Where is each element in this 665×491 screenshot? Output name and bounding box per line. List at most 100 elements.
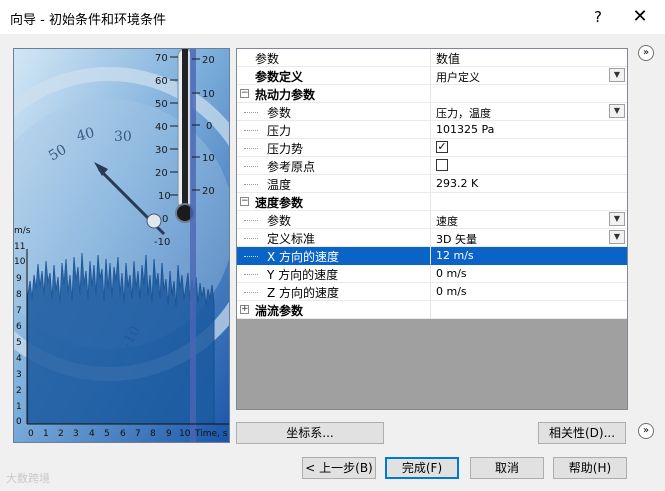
grid-row-velocity-param[interactable]: 参数 速度 ▼ (237, 211, 627, 229)
grid-header: 参数 数值 (237, 49, 627, 67)
x-axis-tick: 9 (166, 429, 172, 439)
x-axis-tick: 7 (135, 429, 141, 439)
watermark: 大数跨境 (6, 472, 50, 485)
thermo-left-tick: 50 (155, 99, 168, 110)
row-value: 3D 矢量 (436, 233, 477, 246)
y-axis-tick: 1 (16, 402, 22, 412)
x-axis-tick: 5 (104, 429, 110, 439)
close-button[interactable]: ✕ (626, 6, 654, 28)
finish-button[interactable]: 完成(F) (385, 457, 459, 479)
thermo-right-tick: 20 (202, 186, 215, 197)
reference-origin-checkbox[interactable] (436, 159, 448, 171)
expand-icon[interactable]: + (240, 305, 249, 314)
grid-row-reference-origin[interactable]: 参考原点 (237, 157, 627, 175)
cancel-button[interactable]: 取消 (470, 457, 544, 479)
x-axis-tick: 0 (28, 429, 34, 439)
side-strip (631, 66, 649, 406)
x-axis-tick: 8 (150, 429, 156, 439)
thermo-right-tick: 10 (202, 153, 215, 164)
thermo-left-tick: 20 (155, 168, 168, 179)
property-grid[interactable]: 参数 数值 参数定义 用户定义 ▼ − 热动力参数 参数 压力，温度 ▼ 压力 101… (236, 48, 628, 410)
thermo-left-tick: 60 (155, 76, 168, 87)
title-bar: 向导 - 初始条件和环境条件 ? ✕ (0, 0, 665, 34)
group-label: 速度参数 (255, 196, 304, 210)
grid-row-definition-standard[interactable]: 定义标准 3D 矢量 ▼ (237, 229, 627, 247)
grid-row-param-definition[interactable]: 参数定义 用户定义 ▼ (237, 67, 627, 85)
illustration-svg: 50 40 30 -10 70 60 50 40 30 20 10 0 -10 (14, 49, 229, 442)
thermo-right-tick: 20 (202, 55, 215, 66)
header-param: 参数 (255, 52, 280, 66)
grid-group-thermodynamic[interactable]: − 热动力参数 (237, 85, 627, 103)
row-value: 压力，温度 (436, 107, 491, 120)
row-value: 速度 (436, 215, 458, 228)
row-label: 定义标准 (267, 232, 316, 246)
y-axis-tick: 9 (16, 274, 22, 284)
chevron-down-icon[interactable]: ▼ (609, 212, 625, 226)
window-title: 向导 - 初始条件和环境条件 (10, 13, 166, 28)
x-axis-tick: 10 (179, 429, 191, 439)
grid-row-pressure[interactable]: 压力 101325 Pa (237, 121, 627, 139)
thermo-left-tick: 10 (158, 191, 171, 202)
group-label: 湍流参数 (255, 304, 304, 318)
row-label: 参数定义 (255, 70, 304, 84)
row-value[interactable]: 12 m/s (436, 249, 474, 262)
group-label: 热动力参数 (255, 88, 316, 102)
chevron-down-icon[interactable]: ▼ (609, 68, 625, 82)
grid-row-pressure-potential[interactable]: 压力势 ✓ (237, 139, 627, 157)
grid-row-velocity-y[interactable]: Y 方向的速度 0 m/s (237, 265, 627, 283)
help-button[interactable]: 帮助(H) (553, 457, 627, 479)
row-value: 用户定义 (436, 71, 480, 84)
row-label: 压力 (267, 124, 292, 138)
header-value: 数值 (436, 52, 461, 66)
grid-group-velocity[interactable]: − 速度参数 (237, 193, 627, 211)
x-axis-unit: Time, s (194, 429, 228, 439)
y-axis-unit: m/s (14, 226, 31, 236)
grid-row-velocity-x[interactable]: X 方向的速度 12 m/s (237, 247, 627, 265)
y-axis-tick: 7 (16, 306, 22, 316)
grid-group-turbulence[interactable]: + 湍流参数 (237, 301, 627, 319)
coordinate-system-button[interactable]: 坐标系... (236, 422, 384, 444)
thermo-left-tick: 70 (155, 53, 168, 64)
y-axis-tick: 4 (16, 354, 22, 364)
row-value: 293.2 K (436, 177, 479, 190)
thermo-left-tick: 0 (162, 214, 168, 225)
x-axis-tick: 4 (89, 429, 95, 439)
grid-row-thermo-param[interactable]: 参数 压力，温度 ▼ (237, 103, 627, 121)
x-axis-tick: 2 (58, 429, 64, 439)
dependency-button[interactable]: 相关性(D)... (538, 422, 626, 444)
help-title-button[interactable]: ? (584, 6, 612, 28)
chevron-down-icon[interactable]: ▼ (609, 230, 625, 244)
thermo-right-tick: 10 (202, 89, 215, 100)
row-value: 0 m/s (436, 267, 467, 280)
x-axis-tick: 6 (120, 429, 126, 439)
y-axis-tick: 10 (14, 257, 26, 267)
row-label: Z 方向的速度 (267, 286, 340, 300)
expand-panel-icon[interactable]: » (638, 45, 654, 61)
row-label: X 方向的速度 (267, 250, 340, 264)
expand-panel-icon[interactable]: » (638, 423, 654, 439)
thermo-left-tick: -10 (154, 237, 170, 248)
back-button[interactable]: < 上一步(B) (302, 457, 376, 479)
collapse-icon[interactable]: − (240, 197, 249, 206)
thermo-left-tick: 30 (155, 145, 168, 156)
y-axis-tick: 8 (16, 290, 22, 300)
chevron-down-icon[interactable]: ▼ (609, 104, 625, 118)
grid-row-velocity-z[interactable]: Z 方向的速度 0 m/s (237, 283, 627, 301)
y-axis-tick: 0 (16, 417, 22, 427)
x-axis-tick: 3 (73, 429, 79, 439)
row-label: Y 方向的速度 (267, 268, 339, 282)
y-axis-tick: 11 (14, 242, 25, 252)
grid-row-temperature[interactable]: 温度 293.2 K (237, 175, 627, 193)
row-label: 参考原点 (267, 160, 316, 174)
y-axis-tick: 3 (16, 370, 22, 380)
y-axis-tick: 6 (16, 322, 22, 332)
row-label: 参数 (267, 214, 292, 228)
row-label: 参数 (267, 106, 292, 120)
wizard-illustration: 50 40 30 -10 70 60 50 40 30 20 10 0 -10 (13, 48, 230, 443)
y-axis-tick: 5 (16, 338, 22, 348)
x-axis-tick: 1 (43, 429, 49, 439)
collapse-icon[interactable]: − (240, 89, 249, 98)
row-value: 101325 Pa (436, 123, 495, 136)
thermo-left-tick: 40 (155, 122, 168, 133)
pressure-potential-checkbox[interactable]: ✓ (436, 141, 448, 153)
